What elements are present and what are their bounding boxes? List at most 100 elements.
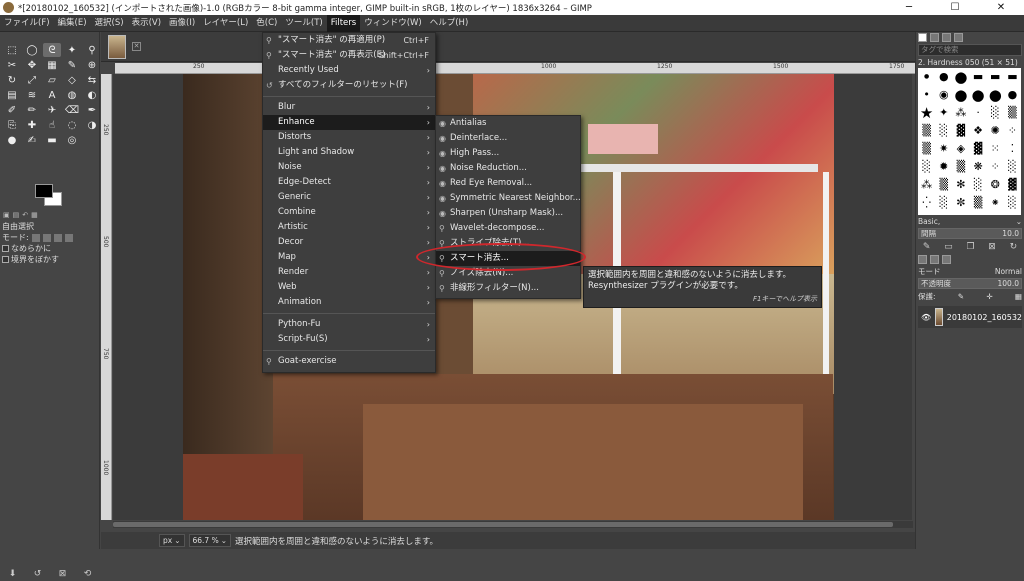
brush-item[interactable]: ❂: [991, 179, 1000, 191]
layer-name[interactable]: 20180102_160532: [947, 313, 1022, 322]
paths-tab-icon[interactable]: [942, 255, 951, 264]
crop-icon[interactable]: ✂: [3, 58, 21, 72]
brush-item[interactable]: ⁘: [991, 161, 1000, 173]
brush-tag-filter[interactable]: タグで検索: [918, 44, 1022, 56]
menu-entry[interactable]: Decor ›: [263, 235, 435, 250]
menu-entry[interactable]: Animation ›: [263, 295, 435, 310]
handle-icon[interactable]: ◎: [63, 133, 81, 147]
clone-icon[interactable]: ⎘: [3, 118, 21, 132]
channels-tab-icon[interactable]: [930, 255, 939, 264]
brush-item[interactable]: ▓: [957, 125, 965, 137]
brush-item[interactable]: ●: [972, 88, 985, 103]
close-window-button[interactable]: ✕: [978, 2, 1024, 13]
menu-entry[interactable]: ⚲ スマート消去...: [436, 251, 580, 266]
tool-options-tab-icon[interactable]: ▣: [3, 211, 10, 219]
brush-item[interactable]: ▒: [1008, 107, 1016, 119]
menu-entry[interactable]: Edge-Detect ›: [263, 175, 435, 190]
image-tab-thumbnail[interactable]: [108, 35, 126, 59]
menu-item[interactable]: 画像(I): [165, 15, 199, 32]
menu-item[interactable]: レイヤー(L): [199, 15, 252, 32]
edit-brush-icon[interactable]: ✎: [923, 242, 931, 252]
layers-tab-icon[interactable]: [918, 255, 927, 264]
pencil-icon[interactable]: ✏: [23, 103, 41, 117]
brush-item[interactable]: ▒: [940, 179, 948, 191]
layer-mode-row[interactable]: モード Normal: [916, 265, 1024, 277]
mode-subtract-button[interactable]: [53, 233, 62, 242]
menu-entry[interactable]: ⚲ Wavelet-decompose...: [436, 221, 580, 236]
menu-entry[interactable]: ⚲ ストライプ除去(T)...: [436, 236, 580, 251]
menu-item[interactable]: ファイル(F): [0, 15, 54, 32]
brush-item[interactable]: ⁂: [955, 107, 966, 119]
menu-entry[interactable]: Map ›: [263, 250, 435, 265]
brush-item[interactable]: ▒: [974, 197, 982, 209]
menu-entry[interactable]: ◉ Red Eye Removal...: [436, 176, 580, 191]
layer-row[interactable]: 👁 20180102_160532: [918, 306, 1022, 328]
brush-item[interactable]: ⁘: [1008, 125, 1017, 137]
brush-item[interactable]: ▓: [1008, 179, 1016, 191]
menu-entry[interactable]: ⚲ Goat-exercise: [263, 354, 435, 369]
fonts-tab-icon[interactable]: [942, 33, 951, 42]
menu-item[interactable]: ヘルプ(H): [426, 15, 473, 32]
horizontal-scrollbar[interactable]: [113, 521, 913, 528]
antialias-row[interactable]: なめらかに: [0, 243, 100, 254]
menu-entry[interactable]: Artistic ›: [263, 220, 435, 235]
brush-item[interactable]: ●: [924, 71, 929, 83]
menu-item[interactable]: ツール(T): [281, 15, 326, 32]
undo-history-tab-icon[interactable]: ↶: [22, 211, 28, 219]
brush-item[interactable]: ▒: [957, 161, 965, 173]
brush-item[interactable]: ●: [1008, 89, 1018, 101]
measure-icon[interactable]: ⊕: [83, 58, 101, 72]
restore-options-icon[interactable]: ↺: [34, 569, 42, 579]
paintbrush-icon[interactable]: ✐: [3, 103, 21, 117]
brush-item[interactable]: ●: [989, 88, 1002, 103]
levels-icon[interactable]: ▬: [43, 133, 61, 147]
ellipse-select-icon[interactable]: ◯: [23, 43, 41, 57]
lock-pixels-icon[interactable]: ✎: [958, 292, 964, 301]
save-options-icon[interactable]: ⬇: [9, 569, 17, 579]
move-icon[interactable]: ✥: [23, 58, 41, 72]
rotate-icon[interactable]: ↻: [3, 73, 21, 87]
menu-entry[interactable]: Script-Fu(S) ›: [263, 332, 435, 347]
brush-item[interactable]: ❖: [973, 125, 983, 137]
foreground-color-swatch[interactable]: [35, 184, 53, 198]
menu-entry[interactable]: ⚲ 非線形フィルター(N)...: [436, 281, 580, 296]
opacity-slider[interactable]: 不透明度 100.0: [918, 278, 1022, 289]
menu-entry[interactable]: Recently Used ›: [263, 63, 435, 78]
brush-grid[interactable]: ● ● ● ▬ ▬ ▬ • ◉ ● ● ● ● ★ ✦ ⁂ · ░ ▒ ▒ ░ ▓ ❖ ✺ ⁘ ▒ ✷ ◈ ▓ ⁙ ⁚ ░ ✹ ▒ ❋ ⁘…: [918, 68, 1021, 215]
menu-entry[interactable]: Light and Shadow ›: [263, 145, 435, 160]
menu-entry[interactable]: ◉ High Pass...: [436, 146, 580, 161]
menu-entry[interactable]: Noise ›: [263, 160, 435, 175]
brush-item[interactable]: ●: [954, 70, 967, 85]
menu-item[interactable]: 表示(V): [128, 15, 165, 32]
feather-checkbox[interactable]: [2, 256, 9, 263]
menu-item[interactable]: 選択(S): [91, 15, 128, 32]
heal-icon[interactable]: ✚: [23, 118, 41, 132]
mode-replace-button[interactable]: [31, 233, 40, 242]
patterns-tab-icon[interactable]: [930, 33, 939, 42]
brush-item[interactable]: ▬: [1007, 71, 1017, 83]
new-brush-icon[interactable]: ▭: [944, 242, 953, 252]
menu-entry[interactable]: ◉ Symmetric Nearest Neighbor...: [436, 191, 581, 206]
fuzzy-select-icon[interactable]: ✦: [63, 43, 81, 57]
perspective-icon[interactable]: ◇: [63, 73, 81, 87]
rect-select-icon[interactable]: ⬚: [3, 43, 21, 57]
brush-item[interactable]: ░: [974, 179, 982, 191]
paths-icon[interactable]: ✎: [63, 58, 81, 72]
scrollbar-thumb[interactable]: [113, 522, 893, 527]
menu-entry[interactable]: Web ›: [263, 280, 435, 295]
color-picker-icon[interactable]: ✍: [23, 133, 41, 147]
menu-item[interactable]: Filters: [326, 14, 361, 32]
brush-item[interactable]: ⁛: [922, 197, 931, 209]
brush-item[interactable]: ░: [1008, 161, 1016, 173]
menu-entry[interactable]: Generic ›: [263, 190, 435, 205]
duplicate-brush-icon[interactable]: ❐: [966, 242, 974, 252]
text-icon[interactable]: A: [43, 88, 61, 102]
menu-item[interactable]: 編集(E): [54, 15, 91, 32]
zoom-selector[interactable]: 66.7 % ⌄: [188, 534, 232, 547]
spacing-slider[interactable]: 間隔 10.0: [918, 228, 1022, 239]
brush-preset-row[interactable]: Basic, ⌄: [916, 215, 1024, 227]
gradient-icon[interactable]: ◐: [83, 88, 101, 102]
fg-bg-colors[interactable]: [35, 184, 65, 206]
brush-item[interactable]: ░: [940, 197, 948, 209]
brush-item[interactable]: ✷: [939, 143, 948, 155]
